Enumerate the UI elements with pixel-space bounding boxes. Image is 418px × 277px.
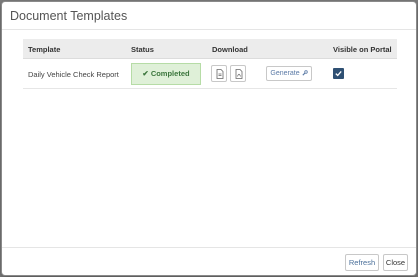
- template-name: Daily Vehicle Check Report: [28, 70, 119, 79]
- modal-footer: Refresh Close: [2, 247, 416, 275]
- status-badge: ✔ Completed: [131, 63, 201, 85]
- column-header-visible-on-portal: Visible on Portal: [333, 45, 392, 54]
- table-header: Template Status Download Visible on Port…: [23, 39, 397, 59]
- generate-button[interactable]: Generate: [266, 66, 312, 81]
- generate-label: Generate: [270, 70, 300, 77]
- column-header-download: Download: [212, 45, 248, 54]
- download-document-button[interactable]: [211, 65, 227, 82]
- column-header-status: Status: [131, 45, 154, 54]
- refresh-button[interactable]: Refresh: [345, 254, 379, 271]
- wrench-icon: [301, 69, 308, 76]
- check-icon: ✔: [142, 69, 149, 78]
- document-templates-modal: Document Templates Template Status Downl…: [1, 1, 417, 276]
- download-pdf-button[interactable]: [230, 65, 246, 82]
- status-text: Completed: [150, 69, 190, 78]
- modal-header: Document Templates: [2, 2, 416, 30]
- checkbox-checked-icon: [335, 70, 342, 77]
- templates-table: Template Status Download Visible on Port…: [23, 39, 397, 89]
- document-icon: [216, 69, 224, 79]
- table-row: Daily Vehicle Check Report ✔ Completed G…: [23, 59, 397, 89]
- column-header-template: Template: [28, 45, 61, 54]
- modal-title: Document Templates: [10, 9, 128, 23]
- close-button[interactable]: Close: [383, 254, 408, 271]
- pdf-icon: [235, 69, 243, 79]
- visible-on-portal-checkbox[interactable]: [333, 68, 344, 79]
